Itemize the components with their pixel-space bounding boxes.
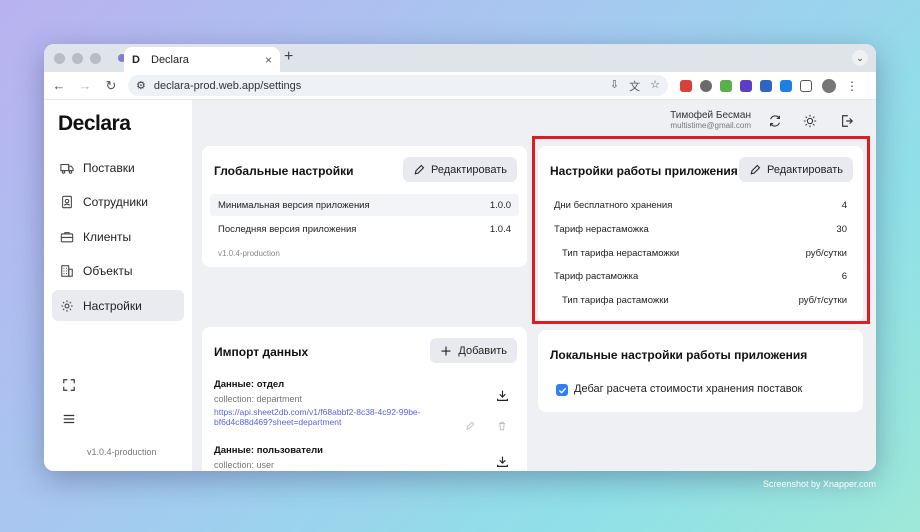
new-tab-button[interactable]: + [284, 48, 293, 66]
setting-row: Тариф нерастаможка 30 [554, 223, 847, 235]
sidebar-item-label: Сотрудники [83, 195, 148, 210]
global-settings-card: Глобальные настройки Редактировать Миним… [202, 146, 527, 267]
browser-menu-icon[interactable]: ⋮ [846, 79, 858, 93]
edit-global-button[interactable]: Редактировать [403, 157, 517, 182]
app: Declara Поставки Сотрудники Клиенты Объе… [44, 100, 876, 471]
badge-icon [62, 195, 72, 209]
edit-pencil-icon[interactable] [465, 421, 475, 431]
user-info: Тимофей Бесман multistime@gmail.com [670, 110, 751, 130]
user-name: Тимофей Бесман [670, 110, 751, 121]
list-item: Данные: отдел collection: department htt… [214, 379, 515, 431]
forward-button[interactable]: → [74, 78, 96, 93]
extension-1-icon[interactable] [680, 79, 692, 92]
fullscreen-icon[interactable] [62, 378, 76, 392]
site-info-icon[interactable]: ⚙ [136, 79, 146, 92]
tab-bar: D Declara × + ⌄ [44, 44, 876, 72]
window-controls [54, 52, 101, 64]
tab-search-button[interactable]: ⌄ [852, 50, 868, 66]
app-logo[interactable]: Declara [58, 112, 131, 136]
list-item: Данные: пользователи collection: user [214, 445, 515, 470]
extension-4-icon[interactable] [740, 79, 752, 92]
sidebar-item-label: Настройки [83, 298, 142, 313]
screenshot-credit: Screenshot by Xnapper.com [762, 479, 876, 489]
debug-checkbox[interactable] [556, 384, 568, 396]
check-icon [558, 387, 566, 394]
minimize-window-button[interactable] [72, 52, 83, 64]
truck-icon [60, 163, 74, 174]
theme-sun-icon[interactable] [803, 114, 817, 128]
setting-row: Минимальная версия приложения 1.0.0 [210, 194, 519, 216]
bookmark-star-icon[interactable]: ☆ [650, 78, 660, 94]
sidebar-item-label: Клиенты [83, 229, 132, 244]
tab-title: Declara [151, 53, 189, 66]
download-icon[interactable] [496, 455, 509, 468]
profile-avatar[interactable] [822, 78, 836, 93]
extensions-bar [680, 79, 812, 92]
install-app-icon[interactable]: ⇩ [610, 78, 619, 94]
logout-icon[interactable] [840, 114, 854, 128]
edit-app-settings-button[interactable]: Редактировать [739, 157, 853, 182]
declara-favicon-icon: D [132, 53, 140, 66]
browser-toolbar: ← → ↻ ⚙ declara-prod.web.app/settings ⇩ … [44, 72, 876, 100]
card-title: Глобальные настройки [214, 164, 354, 178]
add-import-button[interactable]: Добавить [430, 338, 517, 363]
setting-row: Тип тарифа растаможки руб/т/сутки [562, 294, 847, 306]
setting-row: Тариф растаможка 6 [554, 270, 847, 282]
global-version: v1.0.4-production [218, 249, 280, 258]
sidebar-item-employees[interactable]: Сотрудники [52, 187, 184, 218]
back-button[interactable]: ← [48, 78, 70, 93]
import-item-url[interactable]: https://api.sheet2db.com/v1/f68abbf2-8c3… [214, 407, 434, 427]
user-email: multistime@gmail.com [670, 121, 751, 130]
menu-icon[interactable] [62, 412, 76, 426]
browser-window: D Declara × + ⌄ ← → ↻ ⚙ declara-prod.web… [44, 44, 876, 471]
url-text: declara-prod.web.app/settings [153, 79, 302, 92]
import-data-card: Импорт данных Добавить Данные: отдел col… [202, 327, 527, 471]
maximize-window-button[interactable] [90, 52, 101, 64]
building-icon [61, 265, 73, 278]
card-title: Настройки работы приложения [550, 164, 738, 178]
setting-row: Тип тарифа нерастаможки руб/сутки [562, 247, 847, 259]
sidebar-item-clients[interactable]: Клиенты [52, 221, 184, 252]
import-item-collection: collection: department [214, 394, 303, 404]
gear-icon [61, 300, 73, 312]
download-icon[interactable] [496, 389, 509, 402]
translate-icon[interactable]: 文 [629, 78, 640, 94]
setting-row: Последняя версия приложения 1.0.4 [218, 223, 511, 235]
close-tab-icon[interactable]: × [265, 53, 272, 67]
card-title: Импорт данных [214, 345, 309, 359]
extension-3-icon[interactable] [720, 79, 732, 92]
briefcase-icon [60, 231, 74, 243]
tab-declara[interactable]: D Declara × [124, 47, 280, 72]
app-settings-card: Настройки работы приложения Редактироват… [538, 146, 863, 323]
sidebar-item-objects[interactable]: Объекты [52, 256, 184, 287]
card-title: Локальные настройки работы приложения [550, 348, 808, 362]
import-item-collection: collection: user [214, 460, 275, 470]
close-window-button[interactable] [54, 52, 65, 64]
sidebar-item-settings[interactable]: Настройки [52, 290, 184, 322]
sidebar: Declara Поставки Сотрудники Клиенты Объе… [44, 100, 192, 471]
plus-icon [441, 346, 451, 355]
sidebar-nav: Поставки Сотрудники Клиенты Объекты Наст… [52, 152, 184, 325]
debug-checkbox-label[interactable]: Дебаг расчета стоимости хранения поставо… [574, 383, 802, 395]
extension-5-icon[interactable] [760, 79, 772, 92]
local-settings-card: Локальные настройки работы приложения Де… [538, 330, 863, 412]
pencil-icon [750, 164, 761, 174]
pencil-icon [414, 164, 425, 174]
sidebar-item-deliveries[interactable]: Поставки [52, 152, 184, 183]
app-version: v1.0.4-production [87, 447, 157, 457]
reload-button[interactable]: ↻ [100, 78, 122, 94]
main-content: Тимофей Бесман multistime@gmail.com Глоб… [192, 100, 876, 471]
trash-icon[interactable] [497, 421, 507, 431]
extension-2-icon[interactable] [700, 79, 712, 92]
setting-row: Дни бесплатного хранения 4 [554, 199, 847, 211]
address-bar[interactable]: ⚙ declara-prod.web.app/settings ⇩ 文 ☆ [128, 75, 668, 96]
import-item-title: Данные: пользователи [214, 445, 324, 456]
import-item-title: Данные: отдел [214, 379, 285, 390]
extensions-puzzle-icon[interactable] [800, 79, 812, 92]
refresh-icon[interactable] [768, 114, 782, 128]
sidebar-item-label: Поставки [83, 160, 135, 175]
sidebar-item-label: Объекты [83, 264, 133, 279]
extension-6-icon[interactable] [780, 79, 792, 92]
